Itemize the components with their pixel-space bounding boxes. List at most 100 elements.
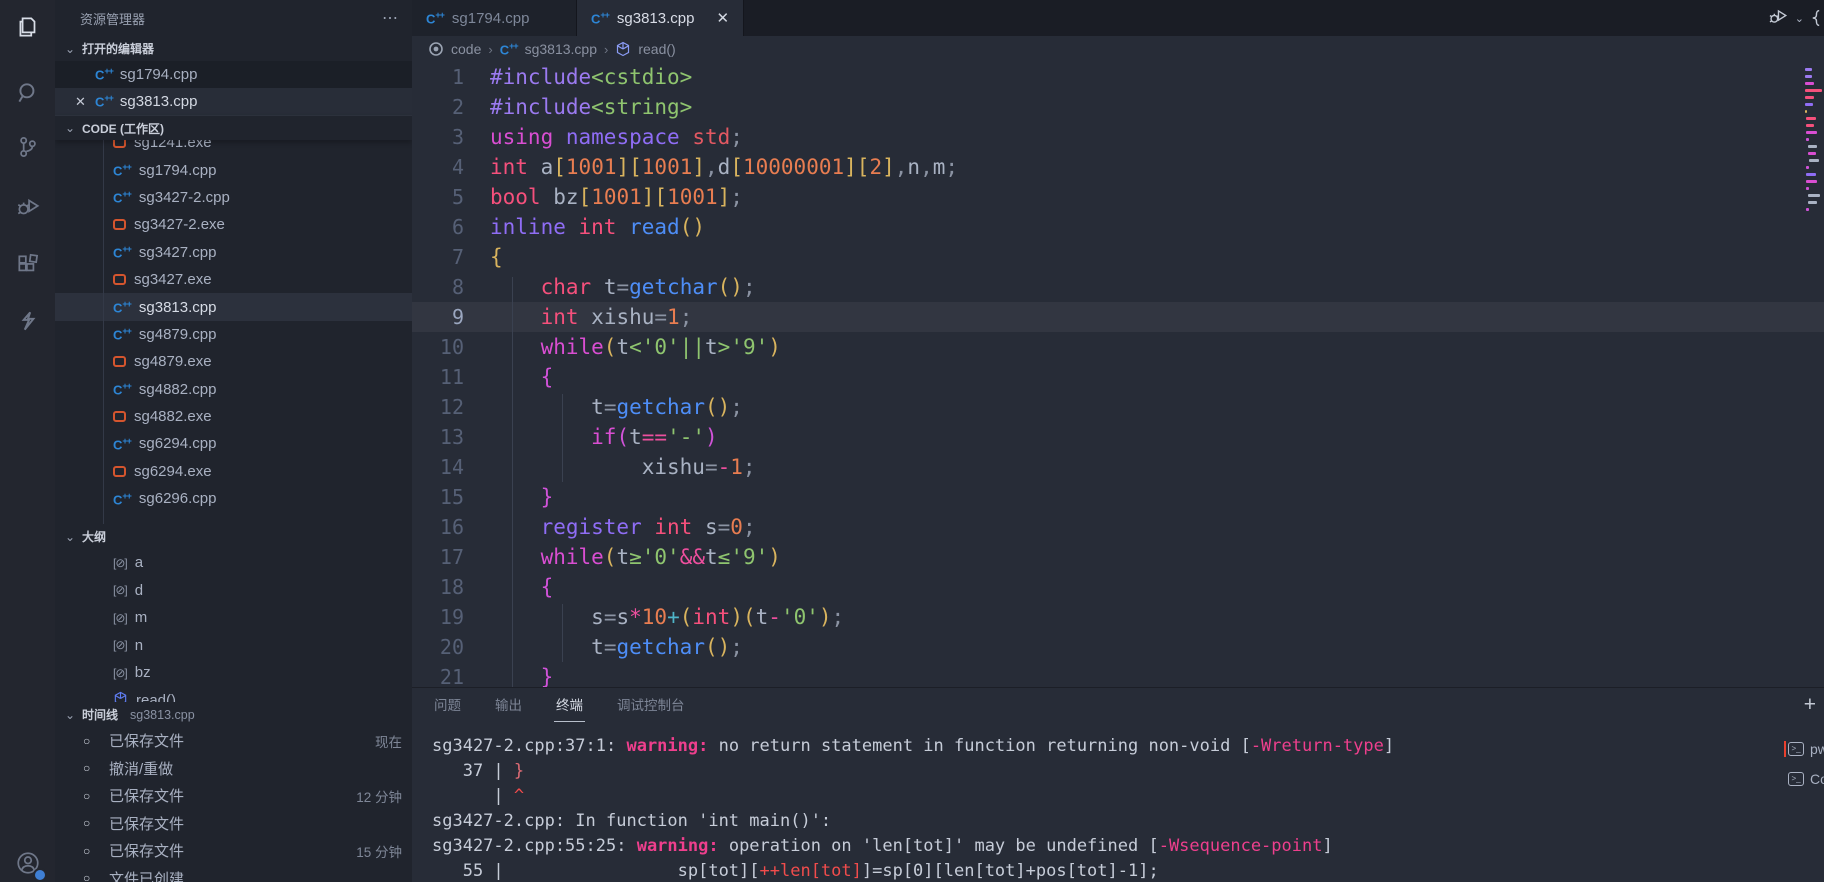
file-tree-item[interactable]: sg4879.exe [55, 348, 412, 375]
code-line[interactable]: 5bool bz[1001][1001]; [412, 182, 1824, 212]
breadcrumb-item-symbol[interactable]: read() [638, 41, 675, 57]
code-line[interactable]: 17 while(t≥'0'&&t≤'9') [412, 542, 1824, 572]
file-tree-item[interactable]: C++sg4882.cpp [55, 376, 412, 403]
exe-file-icon [113, 411, 126, 422]
outline-item[interactable]: [⊘]d [55, 577, 412, 605]
breadcrumb-item-file[interactable]: sg3813.cpp [525, 41, 597, 57]
code-line[interactable]: 16 register int s=0; [412, 512, 1824, 542]
file-name: sg1794.cpp [139, 162, 217, 179]
code-line[interactable]: 20 t=getchar(); [412, 632, 1824, 662]
file-tree-item[interactable]: sg4882.exe [55, 403, 412, 430]
partial-icon[interactable] [1810, 7, 1824, 29]
source-control-icon[interactable] [13, 132, 43, 162]
code-line[interactable]: 4int a[1001][1001],d[10000001][2],n,m; [412, 152, 1824, 182]
cpp-file-icon: C++ [591, 10, 609, 26]
close-icon[interactable]: ✕ [716, 9, 729, 27]
cpp-file-icon: C++ [500, 41, 518, 57]
file-tree-item[interactable]: sg6294.exe [55, 458, 412, 485]
workspace-header[interactable]: ⌄ CODE (工作区) [55, 115, 412, 140]
open-editor-item-active[interactable]: ✕ C++ sg3813.cpp [55, 88, 412, 115]
outline-item[interactable]: [⊘]a [55, 549, 412, 577]
line-number: 16 [412, 512, 490, 542]
account-icon[interactable] [13, 848, 43, 878]
tools-icon[interactable] [13, 306, 43, 336]
minimap-bar [1805, 103, 1813, 106]
explorer-icon[interactable] [13, 12, 43, 42]
minimap[interactable] [1805, 66, 1824, 213]
file-name: sg4879.cpp [139, 326, 217, 343]
extensions-icon[interactable] [13, 250, 43, 280]
tab-sg3813[interactable]: C++ sg3813.cpp ✕ [577, 0, 744, 36]
timeline-timestamp: 现在 [375, 731, 402, 751]
outline-item[interactable]: [⊘]n [55, 632, 412, 660]
outline-header[interactable]: ⌄ 大纲 [55, 524, 412, 549]
file-tree-item[interactable]: C++sg3427-2.cpp [55, 184, 412, 211]
cpp-file-icon: C++ [113, 162, 131, 178]
line-number: 15 [412, 482, 490, 512]
code-line[interactable]: 7{ [412, 242, 1824, 272]
timeline-item[interactable]: ○已保存文件12 分钟 [55, 782, 412, 810]
close-icon[interactable]: ✕ [75, 94, 86, 110]
symbol-field-icon: [⊘] [113, 611, 127, 625]
code-editor[interactable]: 1#include<cstdio>2#include<string>3using… [412, 62, 1824, 687]
timeline-item[interactable]: ○撤消/重做 [55, 755, 412, 783]
outline-item[interactable]: [⊘]m [55, 604, 412, 632]
code-line[interactable]: 10 while(t<'0'||t>'9') [412, 332, 1824, 362]
timeline-list: ○已保存文件现在○撤消/重做○已保存文件12 分钟○已保存文件○已保存文件15 … [55, 727, 412, 882]
timeline-item[interactable]: ○已保存文件现在 [55, 727, 412, 755]
timeline-item[interactable]: ○已保存文件15 分钟 [55, 837, 412, 865]
outline-item[interactable]: read() [55, 687, 412, 703]
chevron-down-icon[interactable]: ⌄ [1795, 12, 1804, 25]
file-tree-item[interactable]: C++sg3427.cpp [55, 239, 412, 266]
outline-item[interactable]: [⊘]bz [55, 659, 412, 687]
line-number: 18 [412, 572, 490, 602]
code-line[interactable]: 19 s=s*10+(int)(t-'0'); [412, 602, 1824, 632]
file-tree-item[interactable]: C++sg3813.cpp [55, 293, 412, 320]
code-line[interactable]: 9 int xishu=1; [412, 302, 1824, 332]
timeline-item[interactable]: ○已保存文件 [55, 810, 412, 838]
file-tree-item[interactable]: C++sg6294.cpp [55, 430, 412, 457]
code-line[interactable]: 8 char t=getchar(); [412, 272, 1824, 302]
search-icon[interactable] [13, 78, 43, 108]
file-tree-item[interactable]: sg3427.exe [55, 266, 412, 293]
code-line[interactable]: 21 } [412, 662, 1824, 687]
code-line[interactable]: 18 { [412, 572, 1824, 602]
code-line[interactable]: 11 { [412, 362, 1824, 392]
open-editors-header[interactable]: ⌄ 打开的编辑器 [55, 36, 412, 61]
code-line[interactable]: 3using namespace std; [412, 122, 1824, 152]
file-tree-item[interactable]: sg1241.exe [55, 140, 412, 156]
code-line[interactable]: 1#include<cstdio> [412, 62, 1824, 92]
file-tree-item[interactable]: C++sg6296.cpp [55, 485, 412, 512]
file-tree-item[interactable]: sg3427-2.exe [55, 211, 412, 238]
terminal-instance[interactable]: >_pws [1784, 734, 1824, 764]
file-name: sg3427.cpp [139, 244, 217, 261]
symbol-field-icon: [⊘] [113, 666, 127, 680]
file-tree-item[interactable]: C++ sg1794.cpp [55, 156, 412, 183]
tab-problems[interactable]: 问题 [432, 690, 463, 718]
terminal-instance[interactable]: >_Co [1784, 764, 1824, 794]
terminal-output[interactable]: sg3427-2.cpp:37:1: warning: no return st… [412, 720, 1824, 882]
run-debug-icon[interactable] [1767, 5, 1789, 31]
code-line[interactable]: 12 t=getchar(); [412, 392, 1824, 422]
minimap-line [1805, 66, 1824, 73]
timeline-header[interactable]: ⌄ 时间线 sg3813.cpp [55, 702, 412, 727]
code-line[interactable]: 14 xishu=-1; [412, 452, 1824, 482]
file-tree-item[interactable]: C++sg4879.cpp [55, 321, 412, 348]
tab-output[interactable]: 输出 [493, 690, 524, 718]
sidebar-more-actions[interactable]: ⋯ [382, 8, 400, 28]
open-editor-item[interactable]: C++ sg1794.cpp [55, 61, 412, 88]
tab-terminal[interactable]: 终端 [554, 690, 585, 718]
cpp-file-icon: C++ [95, 93, 113, 109]
breadcrumb-item-folder[interactable]: code [451, 41, 481, 57]
run-debug-icon[interactable] [13, 192, 43, 222]
code-line[interactable]: 15 } [412, 482, 1824, 512]
code-line[interactable]: 6inline int read() [412, 212, 1824, 242]
timeline-item[interactable]: ○文件已创建 [55, 865, 412, 882]
minimap-bar [1808, 201, 1817, 204]
exe-file-icon [113, 140, 126, 148]
tab-debug-console[interactable]: 调试控制台 [615, 690, 687, 718]
tab-sg1794[interactable]: C++ sg1794.cpp [412, 0, 577, 36]
new-terminal-button[interactable]: + [1804, 696, 1816, 714]
code-line[interactable]: 13 if(t=='-') [412, 422, 1824, 452]
code-line[interactable]: 2#include<string> [412, 92, 1824, 122]
